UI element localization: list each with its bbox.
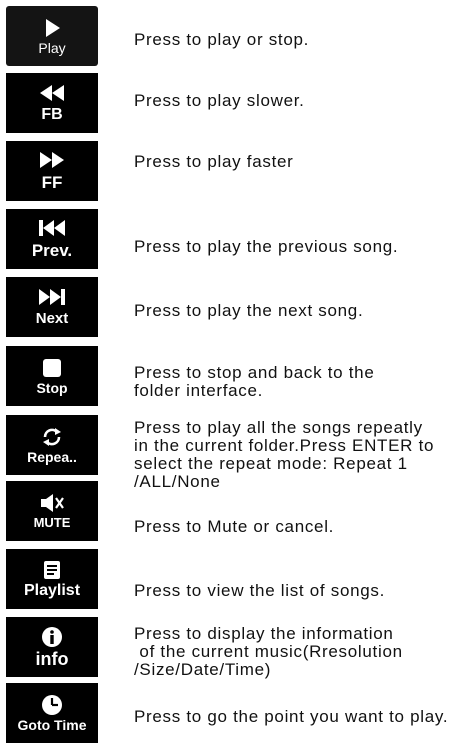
stop-description: Press to stop and back to the folder int…	[134, 363, 375, 400]
mute-button[interactable]: MUTE	[6, 481, 98, 541]
repeat-icon	[40, 426, 64, 448]
fast-backward-button[interactable]: FB	[6, 73, 98, 133]
info-label: info	[35, 648, 69, 669]
stop-button[interactable]: Stop	[6, 346, 98, 406]
info-icon	[41, 626, 63, 648]
previous-track-icon	[37, 218, 67, 240]
fast-backward-description: Press to play slower.	[134, 91, 305, 110]
clock-icon	[41, 694, 63, 716]
next-track-button[interactable]: Next	[6, 277, 98, 337]
playlist-description: Press to view the list of songs.	[134, 581, 386, 600]
fast-backward-icon	[38, 83, 66, 105]
repeat-button[interactable]: Repea..	[6, 415, 98, 475]
next-track-description: Press to play the next song.	[134, 301, 364, 320]
fast-forward-icon	[38, 150, 66, 172]
mute-description: Press to Mute or cancel.	[134, 517, 335, 536]
play-icon	[41, 17, 63, 39]
play-description: Press to play or stop.	[134, 30, 310, 49]
mute-speaker-icon	[39, 492, 65, 514]
stop-label: Stop	[36, 379, 68, 396]
goto-time-description: Press to go the point you want to play.	[134, 707, 449, 726]
previous-track-button[interactable]: Prev.	[6, 209, 98, 269]
fast-forward-label: FF	[41, 173, 63, 193]
info-description: Press to display the information of the …	[134, 624, 403, 679]
fast-forward-button[interactable]: FF	[6, 141, 98, 201]
playlist-label: Playlist	[23, 581, 81, 599]
goto-time-button[interactable]: Goto Time	[6, 683, 98, 743]
playlist-button[interactable]: Playlist	[6, 549, 98, 609]
mute-label: MUTE	[33, 515, 71, 531]
repeat-label: Repea..	[27, 448, 77, 465]
fast-forward-description: Press to play faster	[134, 152, 294, 171]
stop-icon	[41, 357, 63, 379]
play-button[interactable]: Play	[6, 6, 98, 66]
play-button-label: Play	[38, 39, 66, 56]
goto-time-label: Goto Time	[17, 716, 87, 733]
fast-backward-label: FB	[41, 105, 63, 123]
previous-track-description: Press to play the previous song.	[134, 237, 399, 256]
info-button[interactable]: info	[6, 617, 98, 677]
repeat-description: Press to play all the songs repeatly in …	[134, 418, 435, 491]
next-track-label: Next	[35, 310, 69, 328]
next-track-icon	[37, 287, 67, 309]
previous-track-label: Prev.	[31, 241, 73, 261]
playlist-icon	[41, 559, 63, 581]
